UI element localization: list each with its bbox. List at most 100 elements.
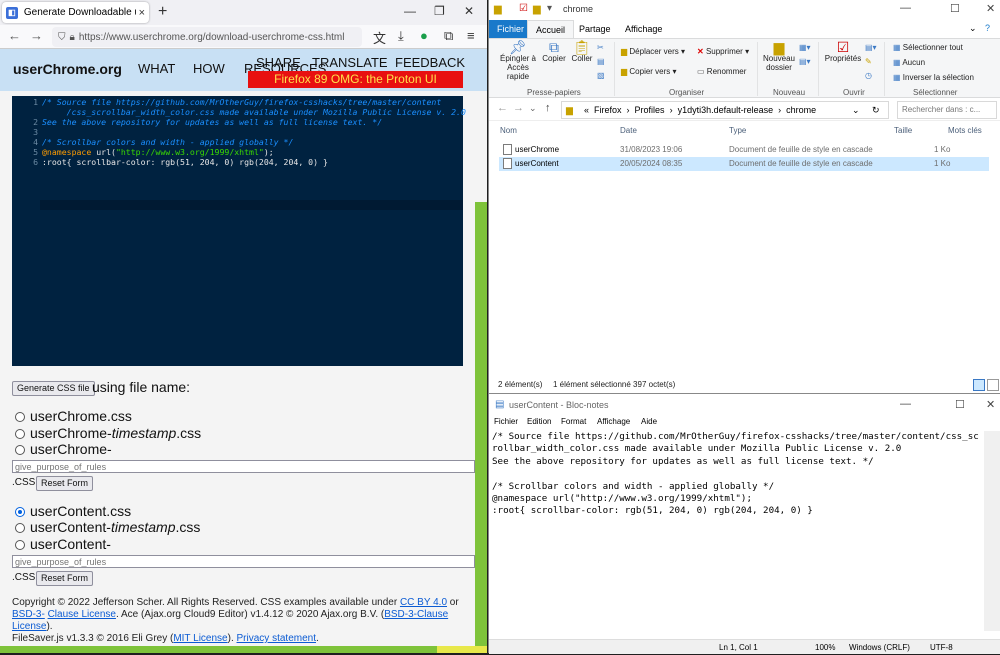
menu-icon[interactable]: ≡ [467,28,475,43]
column-tags[interactable]: Mots clés [948,126,982,135]
menu-format[interactable]: Format [561,417,586,426]
help-icon[interactable]: ? [985,23,990,33]
breadcrumb-profiles[interactable]: Profiles [635,105,665,115]
site-logo[interactable]: userChrome.org [13,61,122,77]
cut-icon[interactable]: ✂ [597,43,604,52]
minimize-icon[interactable]: — [900,2,911,14]
notepad-text-area[interactable]: /* Source file https://github.com/MrOthe… [492,431,982,631]
paste-shortcut-icon[interactable]: ▧ [597,71,605,80]
bsd-link[interactable]: Clause License [48,609,116,620]
close-window-icon[interactable]: ✕ [986,2,995,15]
chevron-down-icon[interactable]: ⌄ [969,23,977,34]
tab-fichier[interactable]: Fichier [489,20,533,38]
reset-form-button[interactable]: Reset Form [36,571,94,586]
radio-userchrome-timestamp[interactable] [15,429,25,439]
search-input[interactable]: Rechercher dans : c... [897,101,997,119]
select-none-button[interactable]: ▦ Aucun [893,58,925,67]
close-window-icon[interactable]: ✕ [464,4,474,18]
maximize-icon[interactable]: ❐ [434,4,445,18]
download-icon[interactable]: ⤓ [398,28,404,44]
invert-selection-button[interactable]: ▦ Inverser la sélection [893,73,974,82]
menu-aide[interactable]: Aide [641,417,657,426]
mit-link[interactable]: MIT License [173,633,227,644]
pin-quick-access-button[interactable]: 📌︎ Épingler à Accès rapide [495,40,541,81]
radio-usercontent-timestamp[interactable] [15,523,25,533]
vertical-scrollbar[interactable] [984,431,1000,631]
shield-icon[interactable]: ⛉ [58,32,66,43]
reset-form-button[interactable]: Reset Form [36,476,94,491]
rename-button[interactable]: ▭ Renommer [697,67,746,76]
chrome-purpose-input[interactable] [12,460,475,473]
chevron-down-icon[interactable]: ⌄ [852,102,860,118]
new-item-icon[interactable]: ▦▾ [799,43,811,52]
back-icon[interactable]: ← [497,102,508,114]
column-type[interactable]: Type [729,126,746,135]
radio-usercontent[interactable] [15,507,25,517]
radio-userchrome-custom[interactable] [15,445,25,455]
code-editor[interactable]: 1 /* Source file https://github.com/MrOt… [12,96,466,366]
address-bar[interactable]: ▆ « Firefox › Profiles › y1dyti3h.defaul… [561,101,889,119]
bsd-link[interactable]: BSD-3- [12,609,45,620]
translate-icon[interactable]: 文 [373,28,386,47]
menu-edition[interactable]: Edition [527,417,551,426]
radio-userchrome[interactable] [15,412,25,422]
properties-icon[interactable]: ☑ [519,3,528,14]
close-window-icon[interactable]: ✕ [986,398,995,411]
up-icon[interactable]: ↑ [545,102,551,114]
radio-usercontent-custom[interactable] [15,540,25,550]
easy-access-icon[interactable]: ▤▾ [799,57,811,66]
url-bar[interactable]: ⛉ 🔒︎ https://www.userchrome.org/download… [52,27,362,47]
nav-feedback[interactable]: FEEDBACK [395,55,465,70]
breadcrumb-root[interactable]: « [584,105,589,115]
copy-button[interactable]: ⧉ Copier [541,40,567,63]
tab-partage[interactable]: Partage [571,20,619,38]
column-date[interactable]: Date [620,126,637,135]
minimize-icon[interactable]: — [404,4,416,18]
edit-icon[interactable]: ✎ [865,57,872,66]
delete-button[interactable]: ✕ Supprimer ▾ [697,47,749,56]
minimize-icon[interactable]: — [900,398,911,410]
cc-by-link[interactable]: CC BY 4.0 [400,597,447,608]
properties-button[interactable]: ☑ Propriétés [823,40,863,63]
menu-fichier[interactable]: Fichier [494,417,518,426]
privacy-link[interactable]: Privacy statement [237,633,316,644]
breadcrumb-profile[interactable]: y1dyti3h.default-release [678,105,774,115]
browser-tab[interactable]: ◧ Generate Downloadable userCh × [2,2,149,23]
maximize-icon[interactable]: ☐ [950,2,960,15]
new-folder-icon[interactable]: ▆ [533,4,541,15]
extensions-icon[interactable]: ⧉ [444,28,453,44]
tab-close-button[interactable]: × [139,7,145,19]
details-view-icon[interactable] [973,379,985,391]
forward-icon[interactable]: → [30,28,43,43]
refresh-icon[interactable]: ↻ [872,102,880,118]
menu-affichage[interactable]: Affichage [597,417,630,426]
copy-to-button[interactable]: ▆ Copier vers ▾ [621,67,677,76]
copy-path-icon[interactable]: ▤ [597,57,605,66]
nav-what[interactable]: WHAT [138,61,175,76]
customize-icon[interactable]: ▾ [547,3,552,14]
forward-icon[interactable]: → [513,102,524,114]
new-tab-button[interactable]: + [158,3,167,21]
breadcrumb-chrome[interactable]: chrome [786,105,816,115]
extension-icon[interactable]: ● [420,28,428,43]
column-size[interactable]: Taille [894,126,912,135]
column-name[interactable]: Nom [500,126,517,135]
back-icon[interactable]: ← [8,28,21,43]
breadcrumb-firefox[interactable]: Firefox [594,105,622,115]
page-scrollbar[interactable] [475,202,487,653]
tiles-view-icon[interactable] [987,379,999,391]
history-icon[interactable]: ◷ [865,71,872,80]
recent-chevron-icon[interactable]: ⌄ [529,103,537,114]
select-all-button[interactable]: ▦ Sélectionner tout [893,43,963,52]
lock-icon[interactable]: 🔒︎ [70,32,75,43]
promo-banner[interactable]: Firefox 89 OMG: the Proton UI [248,71,463,88]
horizontal-scrollbar[interactable] [0,646,487,653]
new-folder-button[interactable]: ▆ Nouveau dossier [761,40,797,72]
file-row[interactable]: userChrome 31/08/2023 19:06 Document de … [499,143,989,157]
maximize-icon[interactable]: ☐ [955,398,965,411]
paste-button[interactable]: 📋︎ Coller [569,40,595,63]
generate-css-button[interactable]: Generate CSS file [12,381,95,396]
tab-affichage[interactable]: Affichage [617,20,670,38]
nav-how[interactable]: HOW [193,61,225,76]
content-purpose-input[interactable] [12,555,475,568]
